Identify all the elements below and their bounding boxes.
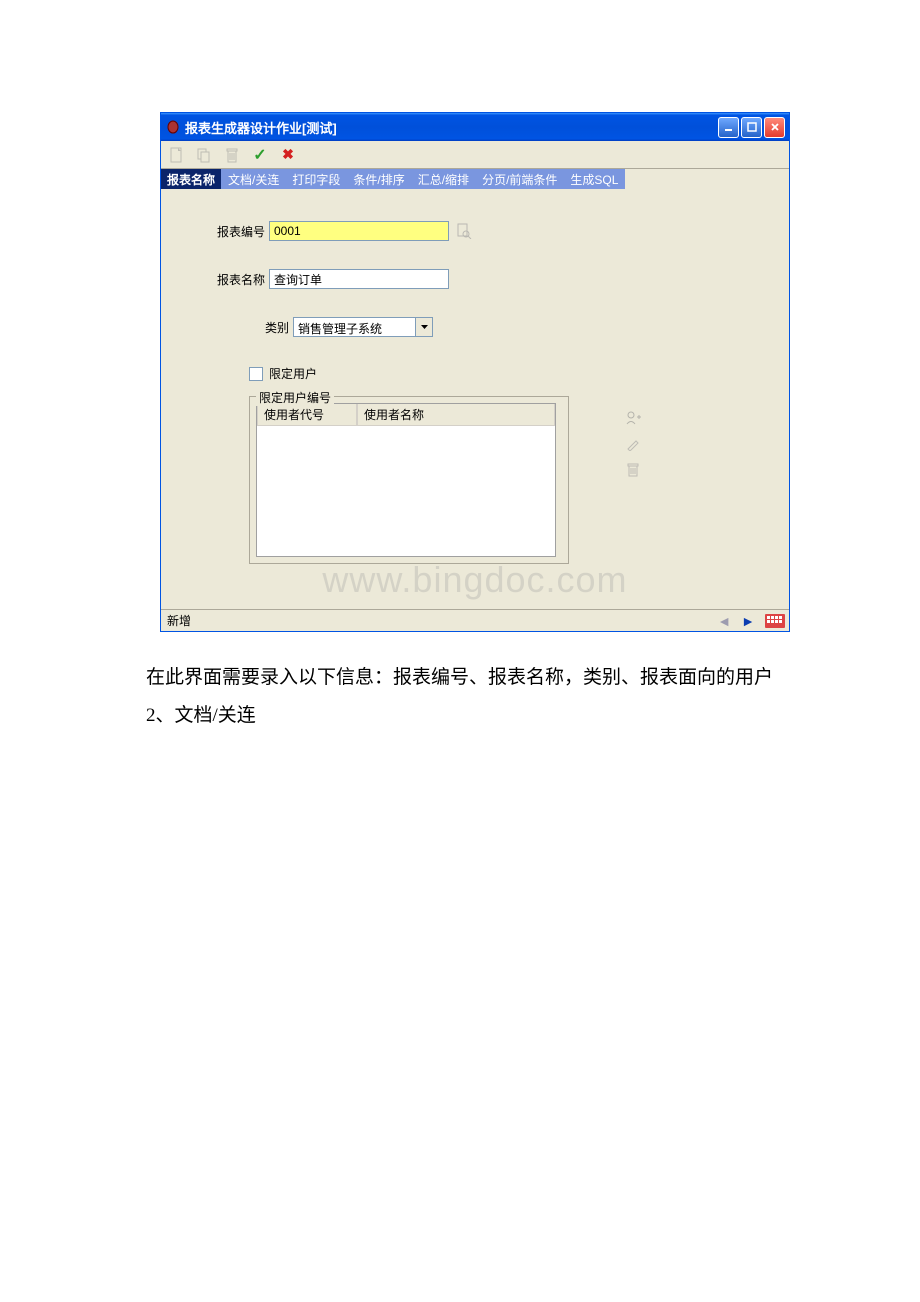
- report-name-label: 报表名称: [201, 271, 265, 288]
- dropdown-icon[interactable]: [415, 318, 432, 336]
- minimize-button[interactable]: [718, 117, 739, 138]
- status-text: 新增: [167, 612, 717, 629]
- tab-page-frontend[interactable]: 分页/前端条件: [476, 169, 564, 189]
- app-icon: [165, 119, 181, 135]
- tab-bar: 报表名称 文档/关连 打印字段 条件/排序 汇总/缩排 分页/前端条件 生成SQ…: [161, 169, 789, 189]
- close-button[interactable]: [764, 117, 785, 138]
- tab-generate-sql[interactable]: 生成SQL: [564, 169, 625, 189]
- restrict-user-checkbox[interactable]: [249, 367, 263, 381]
- restrict-user-fieldset: 限定用户编号 使用者代号 使用者名称: [249, 396, 569, 564]
- maximize-button[interactable]: [741, 117, 762, 138]
- user-table: 使用者代号 使用者名称: [256, 403, 556, 557]
- category-value: 销售管理子系统: [294, 318, 415, 336]
- doc-paragraph-1: 在此界面需要录入以下信息：报表编号、报表名称，类别、报表面向的用户: [108, 662, 830, 694]
- report-name-input[interactable]: [269, 269, 449, 289]
- report-id-label: 报表编号: [201, 223, 265, 240]
- user-table-body[interactable]: [257, 426, 555, 556]
- keyboard-icon[interactable]: [765, 614, 783, 628]
- tab-print-fields[interactable]: 打印字段: [286, 169, 347, 189]
- tab-document-relation[interactable]: 文档/关连: [222, 169, 286, 189]
- tab-report-name[interactable]: 报表名称: [161, 169, 222, 189]
- delete-icon: [223, 146, 241, 164]
- tab-summary-indent[interactable]: 汇总/缩排: [412, 169, 476, 189]
- report-id-input[interactable]: [269, 221, 449, 241]
- confirm-button[interactable]: ✓: [251, 146, 269, 164]
- watermark: www.bingdoc.com: [161, 559, 789, 601]
- restrict-user-label: 限定用户: [269, 365, 317, 382]
- next-icon[interactable]: ►: [741, 613, 755, 629]
- fieldset-legend: 限定用户编号: [256, 389, 334, 406]
- app-window: 报表生成器设计作业[测试] ✓ ✖ 报表名称 文档/关连 打印字段: [160, 112, 790, 632]
- category-select[interactable]: 销售管理子系统: [293, 317, 433, 337]
- prev-icon[interactable]: ◄: [717, 613, 731, 629]
- statusbar: 新增 ◄ ►: [161, 609, 789, 631]
- doc-paragraph-2: 2、文档/关连: [108, 700, 830, 732]
- category-label: 类别: [201, 319, 289, 336]
- cancel-button[interactable]: ✖: [279, 146, 297, 164]
- document-text: 在此界面需要录入以下信息：报表编号、报表名称，类别、报表面向的用户 2、文档/关…: [108, 662, 830, 733]
- tab-condition-sort[interactable]: 条件/排序: [347, 169, 411, 189]
- add-user-icon[interactable]: [624, 409, 642, 427]
- window-title: 报表生成器设计作业[测试]: [185, 118, 718, 137]
- user-name-header[interactable]: 使用者名称: [357, 404, 555, 426]
- toolbar: ✓ ✖: [161, 141, 789, 169]
- lookup-icon[interactable]: [455, 222, 473, 240]
- new-doc-icon: [167, 146, 185, 164]
- content-panel: 报表编号 报表名称 类别 销售管理子系统 限定用户 限定用户编号: [161, 189, 789, 609]
- remove-user-icon[interactable]: [624, 461, 642, 479]
- edit-user-icon[interactable]: [624, 435, 642, 453]
- user-id-header[interactable]: 使用者代号: [257, 404, 357, 426]
- titlebar[interactable]: 报表生成器设计作业[测试]: [161, 113, 789, 141]
- copy-icon: [195, 146, 213, 164]
